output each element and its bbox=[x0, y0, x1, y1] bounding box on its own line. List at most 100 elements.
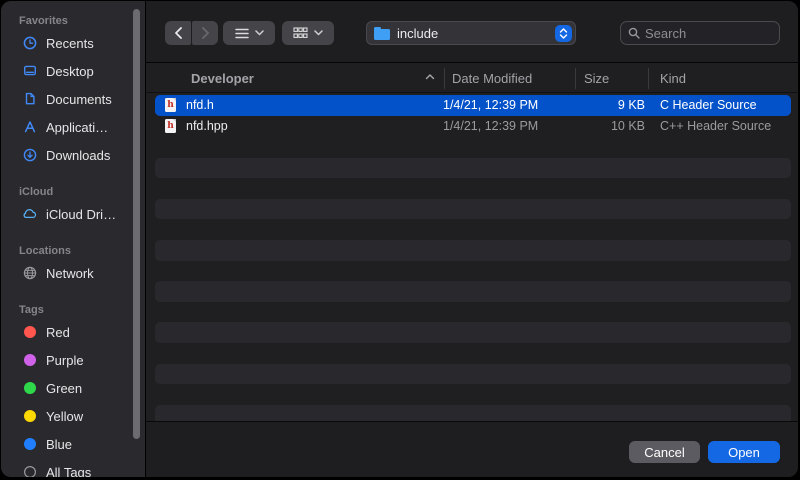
sidebar-item-label: Applicati… bbox=[46, 120, 108, 135]
search-icon bbox=[628, 27, 640, 39]
sidebar-item-label: Red bbox=[46, 325, 70, 340]
table-header: Developer Date Modified Size Kind bbox=[146, 62, 798, 93]
open-button[interactable]: Open bbox=[708, 441, 780, 463]
list-view-icon bbox=[235, 28, 249, 39]
sidebar-section-favorites: Favorites Recents Desktop Documents bbox=[1, 15, 145, 169]
sidebar-item-label: Network bbox=[46, 266, 94, 281]
file-size: 9 KB bbox=[535, 98, 645, 112]
file-name: nfd.hpp bbox=[186, 119, 228, 133]
section-label-icloud: iCloud bbox=[1, 186, 145, 200]
chevron-left-icon bbox=[174, 27, 183, 39]
sidebar-item-documents[interactable]: Documents bbox=[1, 85, 145, 113]
column-header-developer[interactable]: Developer bbox=[191, 71, 254, 86]
column-divider bbox=[575, 68, 576, 89]
yellow-tag-icon bbox=[21, 408, 38, 424]
file-name: nfd.h bbox=[186, 98, 214, 112]
desktop-icon bbox=[21, 63, 38, 79]
open-file-dialog: Favorites Recents Desktop Documents bbox=[1, 1, 798, 477]
column-divider bbox=[444, 68, 445, 89]
sidebar-item-label: Recents bbox=[46, 36, 94, 51]
sidebar-item-tag-red[interactable]: Red bbox=[1, 318, 145, 346]
search-field[interactable] bbox=[620, 21, 780, 45]
clock-icon bbox=[21, 35, 38, 51]
sidebar-section-locations: Locations Network bbox=[1, 245, 145, 287]
file-kind: C++ Header Source bbox=[660, 119, 771, 133]
sidebar-section-icloud: iCloud iCloud Dri… bbox=[1, 186, 145, 228]
column-header-size[interactable]: Size bbox=[584, 71, 609, 86]
document-icon bbox=[21, 91, 38, 107]
sidebar-item-label: Purple bbox=[46, 353, 84, 368]
list-view-button[interactable] bbox=[223, 21, 275, 45]
empty-row-stripe bbox=[155, 322, 791, 343]
file-date-modified: 1/4/21, 12:39 PM bbox=[443, 119, 538, 133]
sidebar-item-label: Blue bbox=[46, 437, 72, 452]
red-tag-icon bbox=[21, 324, 38, 340]
sidebar-item-downloads[interactable]: Downloads bbox=[1, 141, 145, 169]
icon-view-button[interactable] bbox=[282, 21, 334, 45]
sidebar-item-recents[interactable]: Recents bbox=[1, 29, 145, 57]
h-source-file-icon: h bbox=[165, 98, 176, 112]
column-header-date-modified[interactable]: Date Modified bbox=[452, 71, 532, 86]
appstore-icon bbox=[21, 119, 38, 135]
empty-row-stripe bbox=[155, 240, 791, 261]
sidebar-item-label: Desktop bbox=[46, 64, 94, 79]
table-row-nfd-hpp[interactable]: h nfd.hpp 1/4/21, 12:39 PM 10 KB C++ Hea… bbox=[155, 116, 791, 137]
globe-icon bbox=[21, 265, 38, 281]
dialog-footer: Cancel Open bbox=[146, 421, 798, 477]
column-divider bbox=[648, 68, 649, 89]
sidebar-scrollbar[interactable] bbox=[133, 9, 140, 439]
cloud-icon bbox=[21, 206, 38, 222]
purple-tag-icon bbox=[21, 352, 38, 368]
search-input[interactable] bbox=[645, 26, 765, 41]
empty-row-stripe bbox=[155, 199, 791, 220]
section-label-tags: Tags bbox=[1, 304, 145, 318]
sidebar-item-label: Downloads bbox=[46, 148, 110, 163]
download-icon bbox=[21, 147, 38, 163]
table-row-nfd-h[interactable]: h nfd.h 1/4/21, 12:39 PM 9 KB C Header S… bbox=[155, 95, 791, 116]
file-kind: C Header Source bbox=[660, 98, 757, 112]
section-label-favorites: Favorites bbox=[1, 15, 145, 29]
dropdown-stepper-icon bbox=[555, 25, 572, 42]
blue-tag-icon bbox=[21, 436, 38, 452]
empty-row-stripe bbox=[155, 405, 791, 421]
sidebar-section-tags: Tags Red Purple Green Yellow Blue bbox=[1, 304, 145, 477]
circle-icon bbox=[21, 464, 38, 477]
sidebar-item-tag-green[interactable]: Green bbox=[1, 374, 145, 402]
chevron-down-icon bbox=[314, 30, 323, 36]
file-date-modified: 1/4/21, 12:39 PM bbox=[443, 98, 538, 112]
empty-row-stripe bbox=[155, 158, 791, 179]
sidebar-item-applications[interactable]: Applicati… bbox=[1, 113, 145, 141]
h-source-file-icon: h bbox=[165, 119, 176, 133]
forward-button[interactable] bbox=[192, 21, 218, 45]
sidebar: Favorites Recents Desktop Documents bbox=[1, 1, 146, 477]
sidebar-item-label: Green bbox=[46, 381, 82, 396]
sidebar-item-tag-blue[interactable]: Blue bbox=[1, 430, 145, 458]
chevron-down-icon bbox=[255, 30, 264, 36]
sidebar-item-label: All Tags bbox=[46, 465, 91, 478]
section-label-locations: Locations bbox=[1, 245, 145, 259]
sidebar-item-all-tags[interactable]: All Tags bbox=[1, 458, 145, 477]
folder-dropdown-value: include bbox=[397, 26, 438, 41]
sidebar-item-label: iCloud Dri… bbox=[46, 207, 116, 222]
file-size: 10 KB bbox=[535, 119, 645, 133]
chevron-right-icon bbox=[201, 27, 210, 39]
sidebar-item-icloud-drive[interactable]: iCloud Dri… bbox=[1, 200, 145, 228]
cancel-button[interactable]: Cancel bbox=[629, 441, 700, 463]
sidebar-item-desktop[interactable]: Desktop bbox=[1, 57, 145, 85]
toolbar: include bbox=[146, 1, 798, 62]
green-tag-icon bbox=[21, 380, 38, 396]
folder-icon bbox=[374, 29, 390, 40]
folder-dropdown[interactable]: include bbox=[366, 21, 576, 45]
sidebar-item-tag-purple[interactable]: Purple bbox=[1, 346, 145, 374]
sidebar-item-tag-yellow[interactable]: Yellow bbox=[1, 402, 145, 430]
empty-row-stripe bbox=[155, 364, 791, 385]
sidebar-item-network[interactable]: Network bbox=[1, 259, 145, 287]
file-browser: include Developer Date Modified Size Kin… bbox=[146, 1, 798, 477]
sort-ascending-icon bbox=[425, 73, 435, 80]
column-header-kind[interactable]: Kind bbox=[660, 71, 686, 86]
back-button[interactable] bbox=[165, 21, 191, 45]
sidebar-item-label: Yellow bbox=[46, 409, 83, 424]
sidebar-item-label: Documents bbox=[46, 92, 112, 107]
icon-view-icon bbox=[293, 27, 308, 39]
empty-row-stripe bbox=[155, 281, 791, 302]
